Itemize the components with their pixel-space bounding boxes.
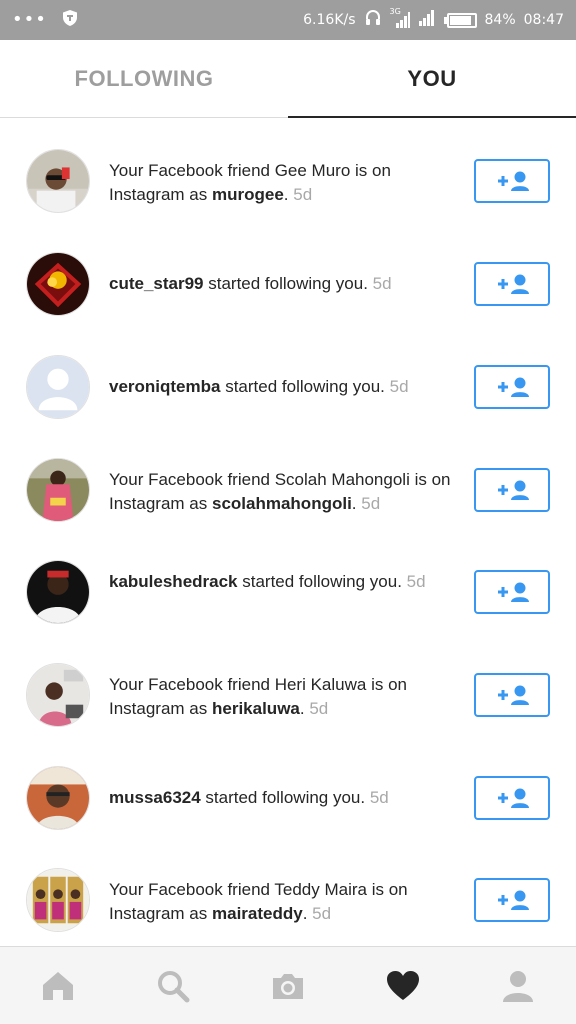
tab-you[interactable]: YOU bbox=[288, 40, 576, 118]
notification-text: kabuleshedrack started following you. 5d bbox=[109, 572, 426, 591]
add-person-icon bbox=[498, 582, 529, 602]
username-link[interactable]: mussa6324 bbox=[109, 788, 201, 807]
notification-item[interactable]: veroniqtemba started following you. 5d bbox=[0, 345, 576, 445]
nav-profile[interactable] bbox=[488, 956, 548, 1016]
follow-button[interactable] bbox=[474, 262, 550, 306]
notification-text: Your Facebook friend Scolah Mahongoli is… bbox=[109, 470, 451, 513]
timestamp: 5d bbox=[312, 904, 332, 923]
timestamp: 5d bbox=[361, 494, 381, 513]
username-link[interactable]: herikaluwa bbox=[212, 699, 300, 718]
search-icon bbox=[157, 970, 190, 1002]
add-person-icon bbox=[498, 171, 529, 191]
username-link[interactable]: scolahmahongoli bbox=[212, 494, 352, 513]
timestamp: 5d bbox=[406, 572, 426, 591]
notification-text: mussa6324 started following you. 5d bbox=[109, 788, 389, 807]
follow-button[interactable] bbox=[474, 776, 550, 820]
notification-item[interactable]: mussa6324 started following you. 5d bbox=[0, 756, 576, 856]
notification-item[interactable]: Your Facebook friend Scolah Mahongoli is… bbox=[0, 448, 576, 548]
battery-level: 84% bbox=[484, 12, 516, 28]
network-type: 3G bbox=[389, 7, 401, 16]
add-person-icon bbox=[498, 377, 529, 397]
clock: 08:47 bbox=[523, 12, 564, 28]
profile-icon bbox=[503, 970, 534, 1002]
follow-button[interactable] bbox=[474, 570, 550, 614]
avatar[interactable] bbox=[26, 560, 90, 624]
follow-button[interactable] bbox=[474, 673, 550, 717]
home-icon bbox=[42, 971, 73, 1000]
notification-item[interactable]: Your Facebook friend Gee Muro is on Inst… bbox=[0, 139, 576, 239]
battery-icon bbox=[443, 12, 477, 28]
follow-button[interactable] bbox=[474, 159, 550, 203]
signal-3g-icon: 3G bbox=[390, 7, 410, 29]
notification-item[interactable]: Your Facebook friend Teddy Maira is on I… bbox=[0, 858, 576, 946]
username-link[interactable]: murogee bbox=[212, 185, 284, 204]
avatar[interactable] bbox=[26, 252, 90, 316]
notification-text: Your Facebook friend Teddy Maira is on I… bbox=[109, 880, 408, 923]
notification-list[interactable]: Your Facebook friend Gee Muro is on Inst… bbox=[0, 118, 576, 946]
timestamp: 5d bbox=[389, 377, 409, 396]
nav-activity[interactable] bbox=[373, 956, 433, 1016]
notification-item[interactable]: cute_star99 started following you. 5d bbox=[0, 242, 576, 342]
activity-tabs: FOLLOWING YOU bbox=[0, 40, 576, 118]
timestamp: 5d bbox=[369, 788, 389, 807]
add-person-icon bbox=[498, 274, 529, 294]
heart-icon bbox=[387, 970, 420, 1000]
avatar[interactable] bbox=[26, 868, 90, 932]
notification-text: Your Facebook friend Heri Kaluwa is on I… bbox=[109, 675, 407, 718]
follow-button[interactable] bbox=[474, 468, 550, 512]
camera-icon bbox=[272, 973, 303, 999]
shield-icon bbox=[61, 9, 79, 31]
nav-camera[interactable] bbox=[258, 956, 318, 1016]
timestamp: 5d bbox=[372, 274, 392, 293]
network-speed: 6.16K/s bbox=[303, 12, 356, 28]
notification-text: Your Facebook friend Gee Muro is on Inst… bbox=[109, 161, 391, 204]
add-person-icon bbox=[498, 890, 529, 910]
add-person-icon bbox=[498, 788, 529, 808]
follow-button[interactable] bbox=[474, 365, 550, 409]
avatar[interactable] bbox=[26, 149, 90, 213]
headphones-icon bbox=[364, 9, 382, 31]
notification-text: veroniqtemba started following you. 5d bbox=[109, 377, 409, 396]
timestamp: 5d bbox=[293, 185, 313, 204]
follow-button[interactable] bbox=[474, 878, 550, 922]
username-link[interactable]: kabuleshedrack bbox=[109, 572, 238, 591]
avatar[interactable] bbox=[26, 663, 90, 727]
username-link[interactable]: veroniqtemba bbox=[109, 377, 220, 396]
signal-icon bbox=[418, 9, 436, 31]
default-avatar-icon[interactable] bbox=[26, 355, 90, 419]
timestamp: 5d bbox=[309, 699, 329, 718]
bottom-navigation bbox=[0, 946, 576, 1024]
notification-text: cute_star99 started following you. 5d bbox=[109, 274, 392, 293]
avatar[interactable] bbox=[26, 766, 90, 830]
nav-search[interactable] bbox=[143, 956, 203, 1016]
notification-item[interactable]: Your Facebook friend Heri Kaluwa is on I… bbox=[0, 653, 576, 753]
username-link[interactable]: mairateddy bbox=[212, 904, 303, 923]
more-notifications-icon: ••• bbox=[12, 9, 47, 30]
username-link[interactable]: cute_star99 bbox=[109, 274, 204, 293]
notification-item[interactable]: kabuleshedrack started following you. 5d bbox=[0, 550, 576, 650]
tab-following[interactable]: FOLLOWING bbox=[0, 40, 288, 117]
add-person-icon bbox=[498, 480, 529, 500]
add-person-icon bbox=[498, 685, 529, 705]
nav-home[interactable] bbox=[28, 956, 88, 1016]
avatar[interactable] bbox=[26, 458, 90, 522]
status-bar: ••• 6.16K/s 3G 84% 08:47 bbox=[0, 0, 576, 40]
